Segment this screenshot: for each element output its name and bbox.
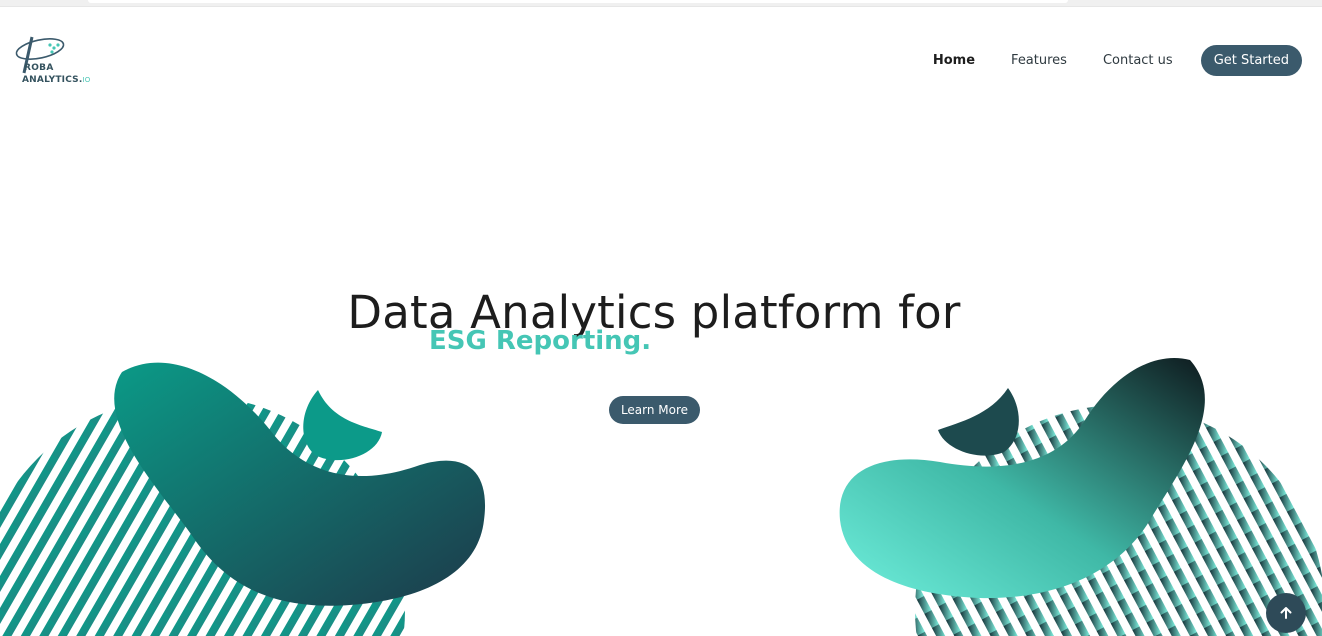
hero-subtitle: ESG Reporting. (429, 326, 652, 356)
arrow-up-icon (1280, 607, 1292, 619)
hero-title: Data Analytics platform for (347, 286, 961, 340)
learn-more-button[interactable]: Learn More (609, 396, 700, 424)
scroll-to-top-button[interactable] (1266, 593, 1306, 633)
right-drop (938, 388, 1019, 456)
left-drop (303, 390, 382, 461)
